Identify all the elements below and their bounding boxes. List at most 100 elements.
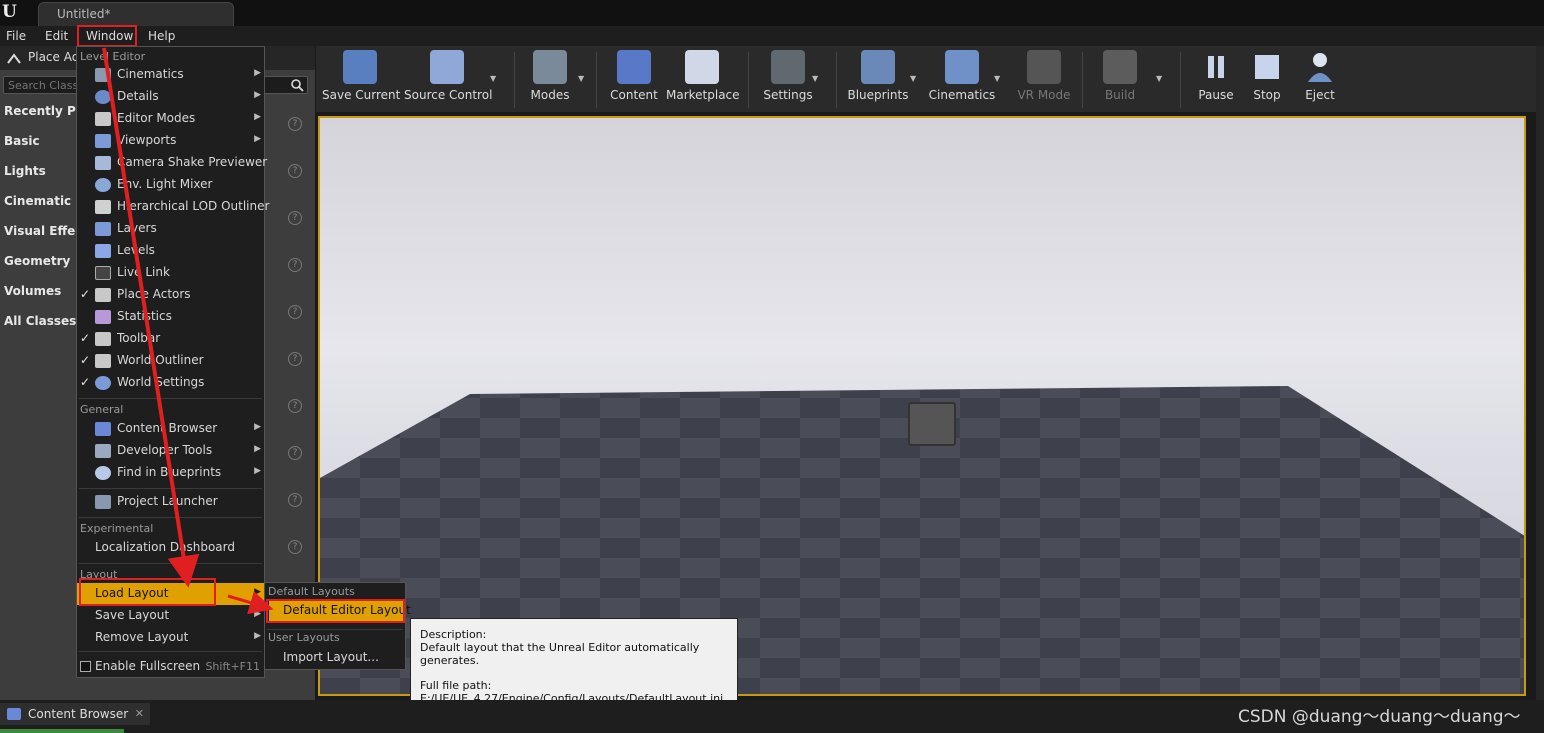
tooltip-description-label: Description: [420, 628, 487, 641]
marketplace-button[interactable]: Marketplace [666, 50, 740, 108]
menu-item-toolbar[interactable]: ✓ Toolbar [77, 328, 264, 350]
help-icon[interactable]: ? [288, 211, 302, 225]
place-actors-title: Place Ac [28, 50, 79, 64]
menu-item-project-launcher[interactable]: Project Launcher [77, 491, 264, 513]
modes-label: Modes [530, 88, 570, 102]
checkmark-icon: ✓ [80, 375, 91, 389]
help-icon[interactable]: ? [288, 540, 302, 554]
title-bar: U Untitled* [0, 0, 1544, 26]
menu-item-remove-layout[interactable]: Remove Layout ▶ [77, 627, 264, 649]
chevron-down-icon[interactable]: ▼ [490, 74, 496, 83]
stop-button[interactable]: Stop [1244, 50, 1290, 108]
camera-shake-icon [95, 156, 111, 170]
build-button[interactable]: Build [1092, 50, 1148, 108]
menu-item-world-settings[interactable]: ✓ World Settings [77, 372, 264, 394]
menu-item-developer-tools[interactable]: Developer Tools ▶ [77, 440, 264, 462]
settings-button[interactable]: Settings [758, 50, 818, 108]
source-control-button[interactable]: Source Control [404, 50, 492, 108]
watermark: CSDN @duang～duang～duang～ [1238, 707, 1521, 727]
menu-item-import-layout[interactable]: Import Layout... [265, 647, 405, 669]
settings-label: Settings [763, 88, 813, 102]
chevron-down-icon[interactable]: ▼ [1156, 74, 1162, 83]
help-icon[interactable]: ? [288, 305, 302, 319]
eject-button[interactable]: Eject [1296, 50, 1344, 108]
editor-modes-icon [95, 112, 111, 126]
menu-item-label: World Settings [117, 375, 205, 389]
chevron-down-icon[interactable]: ▼ [910, 74, 916, 83]
help-icon[interactable]: ? [288, 399, 302, 413]
menu-item-live-link[interactable]: Live Link [77, 262, 264, 284]
category-geometry[interactable]: Geometry [4, 254, 70, 268]
menu-item-editor-modes[interactable]: Editor Modes ▶ [77, 108, 264, 130]
help-icon[interactable]: ? [288, 446, 302, 460]
category-lights[interactable]: Lights [4, 164, 46, 178]
menu-item-camera-shake-previewer[interactable]: Camera Shake Previewer [77, 152, 267, 174]
save-icon [343, 50, 377, 84]
level-viewport[interactable] [318, 116, 1526, 696]
menu-item-label: Save Layout [95, 608, 170, 622]
content-browser-tab[interactable]: Content Browser ✕ [0, 703, 150, 725]
menu-item-enable-fullscreen[interactable]: Enable Fullscreen Shift+F11 [77, 656, 264, 678]
menu-item-find-in-blueprints[interactable]: Find in Blueprints ▶ [77, 462, 264, 484]
menu-item-hlod-outliner[interactable]: Hierarchical LOD Outliner [77, 196, 269, 218]
help-icon[interactable]: ? [288, 352, 302, 366]
category-volumes[interactable]: Volumes [4, 284, 61, 298]
menu-file[interactable]: File [6, 29, 26, 43]
toolbar-separator [514, 52, 515, 108]
details-icon [95, 90, 111, 104]
tooltip-path-label: Full file path: [420, 679, 492, 692]
menu-help[interactable]: Help [148, 29, 175, 43]
category-cinematic[interactable]: Cinematic [4, 194, 71, 208]
category-all-classes[interactable]: All Classes [4, 314, 76, 328]
fullscreen-checkbox[interactable] [80, 661, 91, 672]
modes-button[interactable]: Modes [522, 50, 578, 108]
menu-item-label: Live Link [117, 265, 170, 279]
chevron-down-icon[interactable]: ▼ [994, 74, 1000, 83]
clapperboard-icon [95, 68, 111, 82]
menu-item-label: Hierarchical LOD Outliner [117, 199, 270, 213]
hlod-outliner-icon [95, 200, 111, 214]
live-link-icon [95, 266, 111, 280]
menu-item-env-light-mixer[interactable]: Env. Light Mixer [77, 174, 264, 196]
help-icon[interactable]: ? [288, 117, 302, 131]
menu-item-save-layout[interactable]: Save Layout ▶ [77, 605, 264, 627]
menu-item-world-outliner[interactable]: ✓ World Outliner [77, 350, 264, 372]
submenu-arrow-icon: ▶ [254, 587, 261, 597]
menu-item-levels[interactable]: Levels [77, 240, 264, 262]
menu-item-statistics[interactable]: Statistics [77, 306, 264, 328]
pause-button[interactable]: Pause [1192, 50, 1240, 108]
menu-item-cinematics[interactable]: Cinematics ▶ [77, 64, 264, 86]
modes-icon [533, 50, 567, 84]
menu-edit[interactable]: Edit [45, 29, 68, 43]
cube-actor[interactable] [908, 402, 956, 446]
gear-icon [771, 50, 805, 84]
search-icon[interactable] [290, 78, 304, 92]
menu-divider [79, 488, 262, 489]
help-icon[interactable]: ? [288, 493, 302, 507]
category-basic[interactable]: Basic [4, 134, 40, 148]
menu-item-content-browser[interactable]: Content Browser ▶ [77, 418, 264, 440]
annotation-box-window [77, 25, 137, 47]
cinematics-label: Cinematics [928, 88, 996, 102]
menu-item-place-actors[interactable]: ✓ Place Actors [77, 284, 264, 306]
menu-item-label: Details [117, 89, 159, 103]
close-icon[interactable]: ✕ [135, 707, 144, 720]
menu-item-layers[interactable]: Layers [77, 218, 264, 240]
document-tab[interactable]: Untitled* [38, 2, 234, 26]
menu-item-details[interactable]: Details ▶ [77, 86, 264, 108]
help-icon[interactable]: ? [288, 164, 302, 178]
vr-mode-button[interactable]: VR Mode [1014, 50, 1074, 108]
menu-item-localization-dashboard[interactable]: Localization Dashboard [77, 537, 264, 559]
menu-item-viewports[interactable]: Viewports ▶ [77, 130, 264, 152]
blueprints-label: Blueprints [847, 88, 909, 102]
submenu-arrow-icon: ▶ [254, 90, 261, 100]
help-icon[interactable]: ? [288, 258, 302, 272]
content-button[interactable]: Content [606, 50, 662, 108]
cinematics-button[interactable]: Cinematics [928, 50, 996, 108]
save-current-button[interactable]: Save Current [322, 50, 401, 108]
save-current-label: Save Current [322, 88, 401, 102]
chevron-down-icon[interactable]: ▼ [578, 74, 584, 83]
chevron-down-icon[interactable]: ▼ [812, 74, 818, 83]
blueprints-button[interactable]: Blueprints [846, 50, 910, 108]
stop-icon [1250, 50, 1284, 84]
